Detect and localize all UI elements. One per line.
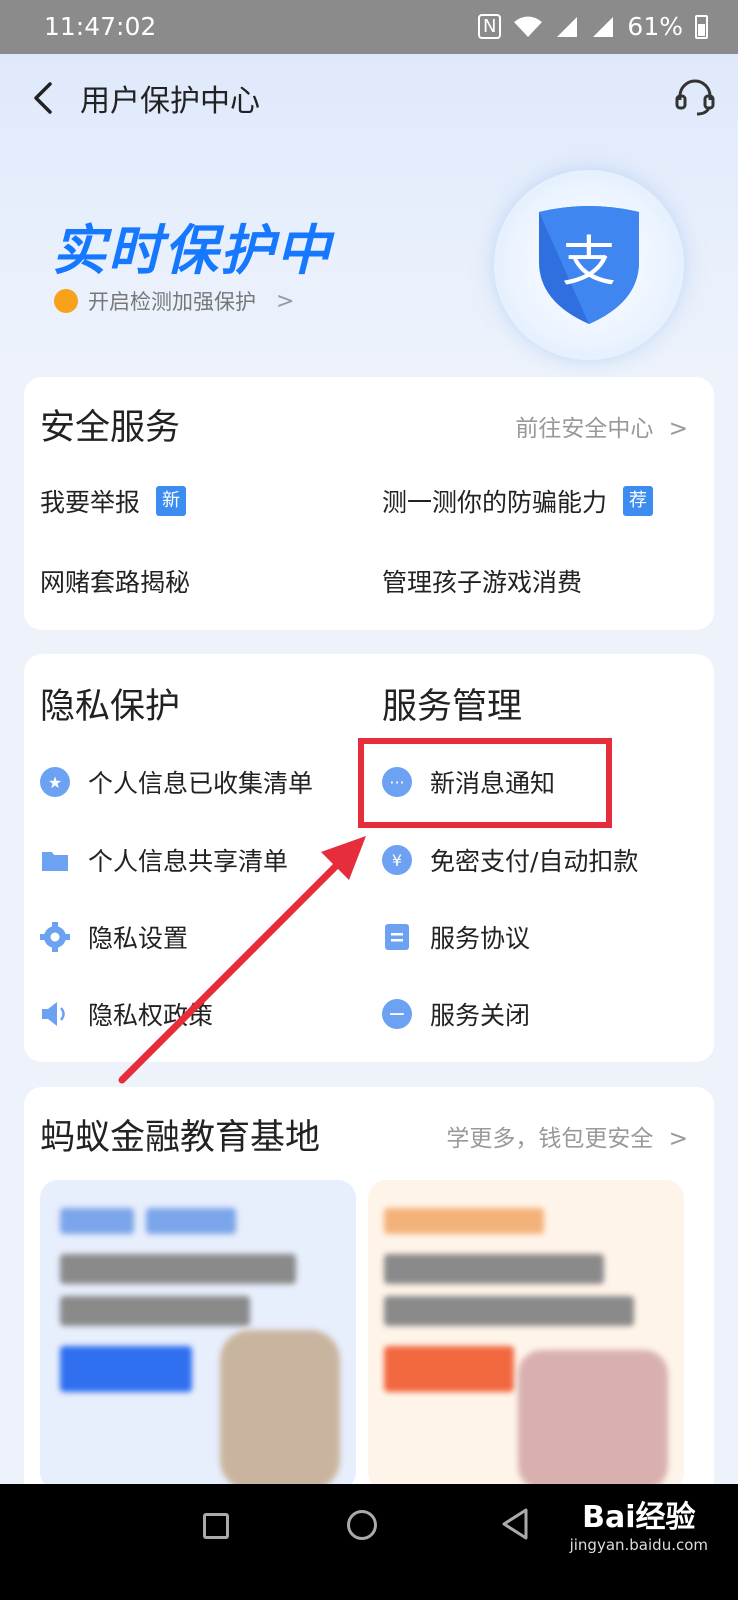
watermark-main: Bai经验: [582, 1500, 696, 1535]
blurred-content: [146, 1208, 236, 1234]
blurred-content: [384, 1208, 544, 1234]
home-button[interactable]: [347, 1510, 377, 1540]
recent-apps-button[interactable]: [203, 1513, 229, 1539]
education-title: 蚂蚁金融教育基地: [40, 1118, 321, 1158]
learn-more-link[interactable]: 学更多，钱包更安全 >: [446, 1119, 688, 1153]
blurred-content: [60, 1346, 192, 1392]
education-course-card-left[interactable]: [40, 1180, 356, 1490]
blurred-content: [60, 1254, 296, 1284]
blurred-illustration: [518, 1350, 668, 1490]
blurred-content: [384, 1296, 634, 1326]
blurred-illustration: [220, 1330, 340, 1490]
system-navigation-bar: Bai经验 jingyan.baidu.com: [0, 1484, 738, 1600]
back-button[interactable]: [500, 1506, 530, 1542]
chevron-right-icon: >: [668, 1126, 688, 1152]
watermark-sub: jingyan.baidu.com: [569, 1536, 708, 1554]
baidu-watermark: Bai经验 jingyan.baidu.com: [570, 1492, 708, 1554]
blurred-content: [60, 1296, 250, 1326]
blurred-content: [384, 1346, 514, 1392]
blurred-content: [60, 1208, 134, 1234]
blurred-content: [384, 1254, 604, 1284]
learn-more-label: 学更多，钱包更安全: [446, 1126, 654, 1152]
education-course-card-right[interactable]: [368, 1180, 684, 1490]
